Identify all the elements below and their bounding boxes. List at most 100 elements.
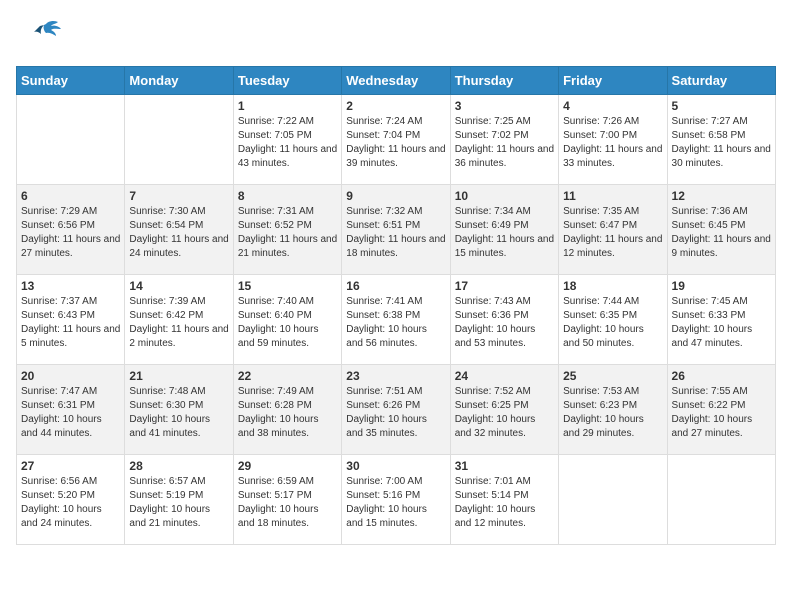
sunrise-text: Sunrise: 7:34 AM — [455, 206, 531, 217]
day-number: 24 — [455, 369, 554, 383]
weekday-header-friday: Friday — [559, 67, 667, 95]
day-number: 22 — [238, 369, 337, 383]
calendar-cell: 23Sunrise: 7:51 AMSunset: 6:26 PMDayligh… — [342, 365, 450, 455]
sunrise-text: Sunrise: 7:30 AM — [129, 206, 205, 217]
daylight-text: Daylight: 10 hours and 24 minutes. — [21, 504, 102, 529]
sunset-text: Sunset: 6:52 PM — [238, 220, 312, 231]
daylight-text: Daylight: 10 hours and 41 minutes. — [129, 414, 210, 439]
day-number: 7 — [129, 189, 228, 203]
calendar-cell: 26 Sunrise: 7:55 AMSunset: 6:22 PMDayligh… — [667, 365, 775, 455]
day-number: 1 — [238, 99, 337, 113]
sunrise-text: Sunrise: 7:22 AM — [238, 116, 314, 127]
sunrise-text: Sunrise: 7:00 AM — [346, 476, 422, 487]
sunset-text: Sunset: 6:33 PM — [672, 310, 746, 321]
day-info: Sunrise: 7:26 AMSunset: 7:00 PMDaylight:… — [563, 115, 662, 171]
daylight-text: Daylight: 10 hours and 21 minutes. — [129, 504, 210, 529]
calendar-cell: 29Sunrise: 6:59 AMSunset: 5:17 PMDayligh… — [233, 455, 341, 545]
daylight-text: Daylight: 10 hours and 27 minutes. — [672, 414, 753, 439]
daylight-text: Daylight: 11 hours and 12 minutes. — [563, 234, 662, 259]
sunrise-text: Sunrise: 7:51 AM — [346, 386, 422, 397]
day-info: Sunrise: 7:45 AMSunset: 6:33 PMDaylight:… — [672, 295, 771, 351]
day-number: 5 — [672, 99, 771, 113]
calendar-cell: 30 Sunrise: 7:00 AMSunset: 5:16 PMDayligh… — [342, 455, 450, 545]
page-header — [16, 16, 776, 56]
day-info: Sunrise: 7:47 AMSunset: 6:31 PMDaylight:… — [21, 385, 120, 441]
day-number: 4 — [563, 99, 662, 113]
day-info: Sunrise: 7:22 AMSunset: 7:05 PMDaylight:… — [238, 115, 337, 171]
day-number: 20 — [21, 369, 120, 383]
day-number: 23 — [346, 369, 445, 383]
day-info: Sunrise: 7:39 AMSunset: 6:42 PMDaylight:… — [129, 295, 228, 351]
sunset-text: Sunset: 5:14 PM — [455, 490, 529, 501]
day-info: Sunrise: 7:30 AMSunset: 6:54 PMDaylight:… — [129, 205, 228, 261]
weekday-header-monday: Monday — [125, 67, 233, 95]
day-info: Sunrise: 7:44 AMSunset: 6:35 PMDaylight:… — [563, 295, 662, 351]
calendar-cell: 5Sunrise: 7:27 AMSunset: 6:58 PMDaylight… — [667, 95, 775, 185]
sunset-text: Sunset: 6:45 PM — [672, 220, 746, 231]
daylight-text: Daylight: 11 hours and 18 minutes. — [346, 234, 445, 259]
day-number: 15 — [238, 279, 337, 293]
sunset-text: Sunset: 6:25 PM — [455, 400, 529, 411]
day-info: Sunrise: 7:55 AMSunset: 6:22 PMDaylight:… — [672, 385, 771, 441]
daylight-text: Daylight: 10 hours and 15 minutes. — [346, 504, 427, 529]
sunset-text: Sunset: 6:49 PM — [455, 220, 529, 231]
sunset-text: Sunset: 5:17 PM — [238, 490, 312, 501]
sunrise-text: Sunrise: 7:41 AM — [346, 296, 422, 307]
day-info: Sunrise: 7:36 AMSunset: 6:45 PMDaylight:… — [672, 205, 771, 261]
calendar-cell: 13Sunrise: 7:37 AMSunset: 6:43 PMDayligh… — [17, 275, 125, 365]
daylight-text: Daylight: 10 hours and 50 minutes. — [563, 324, 644, 349]
daylight-text: Daylight: 10 hours and 32 minutes. — [455, 414, 536, 439]
calendar-cell: 22Sunrise: 7:49 AMSunset: 6:28 PMDayligh… — [233, 365, 341, 455]
sunset-text: Sunset: 6:38 PM — [346, 310, 420, 321]
calendar-cell: 15Sunrise: 7:40 AMSunset: 6:40 PMDayligh… — [233, 275, 341, 365]
sunrise-text: Sunrise: 7:39 AM — [129, 296, 205, 307]
day-number: 2 — [346, 99, 445, 113]
day-info: Sunrise: 7:41 AMSunset: 6:38 PMDaylight:… — [346, 295, 445, 351]
sunset-text: Sunset: 6:58 PM — [672, 130, 746, 141]
calendar-header: SundayMondayTuesdayWednesdayThursdayFrid… — [17, 67, 776, 95]
daylight-text: Daylight: 10 hours and 29 minutes. — [563, 414, 644, 439]
day-info: Sunrise: 7:35 AMSunset: 6:47 PMDaylight:… — [563, 205, 662, 261]
day-info: Sunrise: 7:34 AMSunset: 6:49 PMDaylight:… — [455, 205, 554, 261]
daylight-text: Daylight: 10 hours and 53 minutes. — [455, 324, 536, 349]
day-number: 30 — [346, 459, 445, 473]
day-number: 26 — [672, 369, 771, 383]
day-info: Sunrise: 7:37 AMSunset: 6:43 PMDaylight:… — [21, 295, 120, 351]
sunset-text: Sunset: 5:20 PM — [21, 490, 95, 501]
sunrise-text: Sunrise: 7:47 AM — [21, 386, 97, 397]
calendar-cell: 21Sunrise: 7:48 AMSunset: 6:30 PMDayligh… — [125, 365, 233, 455]
day-info: Sunrise: 7:32 AMSunset: 6:51 PMDaylight:… — [346, 205, 445, 261]
day-info: Sunrise: 7:43 AMSunset: 6:36 PMDaylight:… — [455, 295, 554, 351]
sunset-text: Sunset: 6:28 PM — [238, 400, 312, 411]
daylight-text: Daylight: 11 hours and 2 minutes. — [129, 324, 228, 349]
weekday-header-sunday: Sunday — [17, 67, 125, 95]
day-info: Sunrise: 7:00 AMSunset: 5:16 PMDaylight:… — [346, 475, 445, 531]
sunrise-text: Sunrise: 7:35 AM — [563, 206, 639, 217]
day-number: 16 — [346, 279, 445, 293]
sunrise-text: Sunrise: 7:44 AM — [563, 296, 639, 307]
sunrise-text: Sunrise: 7:31 AM — [238, 206, 314, 217]
sunrise-text: Sunrise: 7:37 AM — [21, 296, 97, 307]
calendar-table: SundayMondayTuesdayWednesdayThursdayFrid… — [16, 66, 776, 545]
calendar-cell: 16Sunrise: 7:41 AMSunset: 6:38 PMDayligh… — [342, 275, 450, 365]
day-info: Sunrise: 6:57 AMSunset: 5:19 PMDaylight:… — [129, 475, 228, 531]
daylight-text: Daylight: 11 hours and 43 minutes. — [238, 144, 337, 169]
day-number: 18 — [563, 279, 662, 293]
sunset-text: Sunset: 7:02 PM — [455, 130, 529, 141]
calendar-cell: 9Sunrise: 7:32 AMSunset: 6:51 PMDaylight… — [342, 185, 450, 275]
daylight-text: Daylight: 11 hours and 30 minutes. — [672, 144, 771, 169]
daylight-text: Daylight: 10 hours and 18 minutes. — [238, 504, 319, 529]
sunrise-text: Sunrise: 7:26 AM — [563, 116, 639, 127]
daylight-text: Daylight: 10 hours and 38 minutes. — [238, 414, 319, 439]
sunrise-text: Sunrise: 6:56 AM — [21, 476, 97, 487]
day-number: 21 — [129, 369, 228, 383]
weekday-header-tuesday: Tuesday — [233, 67, 341, 95]
day-number: 10 — [455, 189, 554, 203]
daylight-text: Daylight: 11 hours and 5 minutes. — [21, 324, 120, 349]
calendar-week-row: 1 Sunrise: 7:22 AMSunset: 7:05 PMDaylight… — [17, 95, 776, 185]
day-number: 8 — [238, 189, 337, 203]
sunset-text: Sunset: 5:19 PM — [129, 490, 203, 501]
logo — [16, 16, 70, 56]
daylight-text: Daylight: 11 hours and 21 minutes. — [238, 234, 337, 259]
calendar-week-row: 27Sunrise: 6:56 AMSunset: 5:20 PMDayligh… — [17, 455, 776, 545]
